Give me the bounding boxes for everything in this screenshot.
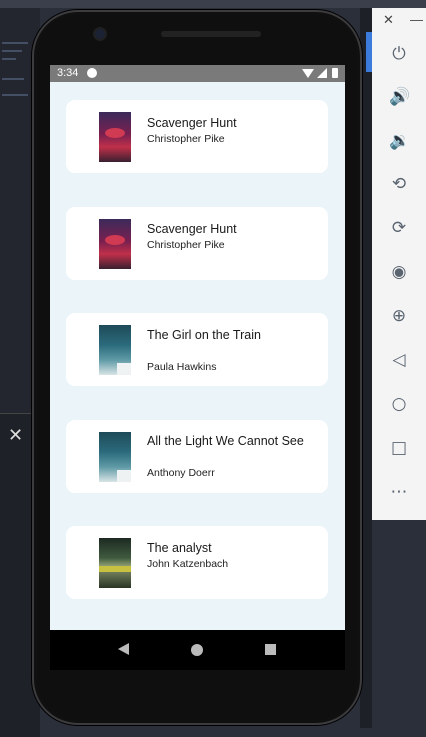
- nav-recents-icon[interactable]: [265, 644, 276, 655]
- book-cover-image: [99, 432, 131, 482]
- code-line: [2, 78, 24, 80]
- volume-down-icon[interactable]: 🔉: [389, 131, 410, 151]
- book-title: The Girl on the Train: [147, 328, 261, 342]
- rotate-left-icon[interactable]: ⟲: [389, 174, 409, 194]
- overview-icon[interactable]: □: [389, 438, 409, 458]
- power-icon[interactable]: ⏻: [389, 44, 409, 64]
- code-line: [2, 42, 28, 44]
- zoom-icon[interactable]: ⊕: [389, 306, 409, 326]
- code-line: [2, 58, 16, 60]
- battery-icon: [332, 68, 338, 78]
- back-icon[interactable]: ◁: [389, 350, 409, 370]
- book-author: Christopher Pike: [147, 239, 225, 251]
- book-title: All the Light We Cannot See: [147, 434, 304, 448]
- more-icon[interactable]: ⋯: [389, 482, 409, 502]
- book-cover-image: [99, 538, 131, 588]
- emulator-toolbar: ✕ — ⏻ 🔊 🔉 ⟲ ⟳ ◉ ⊕ ◁ ○ □ ⋯: [372, 8, 426, 520]
- nav-home-icon[interactable]: [191, 644, 203, 656]
- book-card[interactable]: The analyst John Katzenbach: [66, 526, 328, 599]
- book-card[interactable]: Scavenger Hunt Christopher Pike: [66, 100, 328, 173]
- book-title: Scavenger Hunt: [147, 116, 237, 130]
- book-author: Anthony Doerr: [147, 467, 215, 479]
- minimize-emulator-icon[interactable]: —: [410, 12, 423, 27]
- signal-icon: [317, 68, 327, 78]
- book-title: Scavenger Hunt: [147, 222, 237, 236]
- code-line: [2, 50, 22, 52]
- close-emulator-icon[interactable]: ✕: [383, 12, 394, 28]
- earpiece-speaker: [161, 31, 261, 37]
- book-author: John Katzenbach: [147, 558, 229, 570]
- code-line: [2, 94, 28, 96]
- camera-icon[interactable]: ◉: [389, 262, 409, 282]
- status-time: 3:34: [57, 67, 79, 79]
- ide-top-bar: [0, 0, 426, 8]
- book-cover-image: [99, 325, 131, 375]
- android-nav-bar: [50, 630, 345, 670]
- status-bar: 3:34: [50, 65, 345, 82]
- book-card[interactable]: All the Light We Cannot See Anthony Doer…: [66, 420, 328, 493]
- rotate-right-icon[interactable]: ⟳: [389, 218, 409, 238]
- book-cover-image: [99, 112, 131, 162]
- book-card[interactable]: Scavenger Hunt Christopher Pike: [66, 207, 328, 280]
- book-cover-image: [99, 219, 131, 269]
- home-icon[interactable]: ○: [389, 394, 409, 414]
- close-panel-icon[interactable]: ✕: [8, 426, 23, 444]
- app-screen: 3:34 Scavenger Hunt Christopher Pike Sca…: [50, 65, 345, 630]
- wifi-icon: [302, 69, 314, 78]
- app-notification-icon: [87, 68, 97, 78]
- front-camera: [95, 29, 105, 39]
- book-card[interactable]: The Girl on the Train Paula Hawkins: [66, 313, 328, 386]
- nav-back-icon[interactable]: [118, 643, 129, 655]
- book-author: Christopher Pike: [147, 133, 225, 145]
- volume-up-icon[interactable]: 🔊: [389, 87, 410, 107]
- book-title: The analyst: [147, 541, 212, 555]
- book-author: Paula Hawkins: [147, 361, 217, 373]
